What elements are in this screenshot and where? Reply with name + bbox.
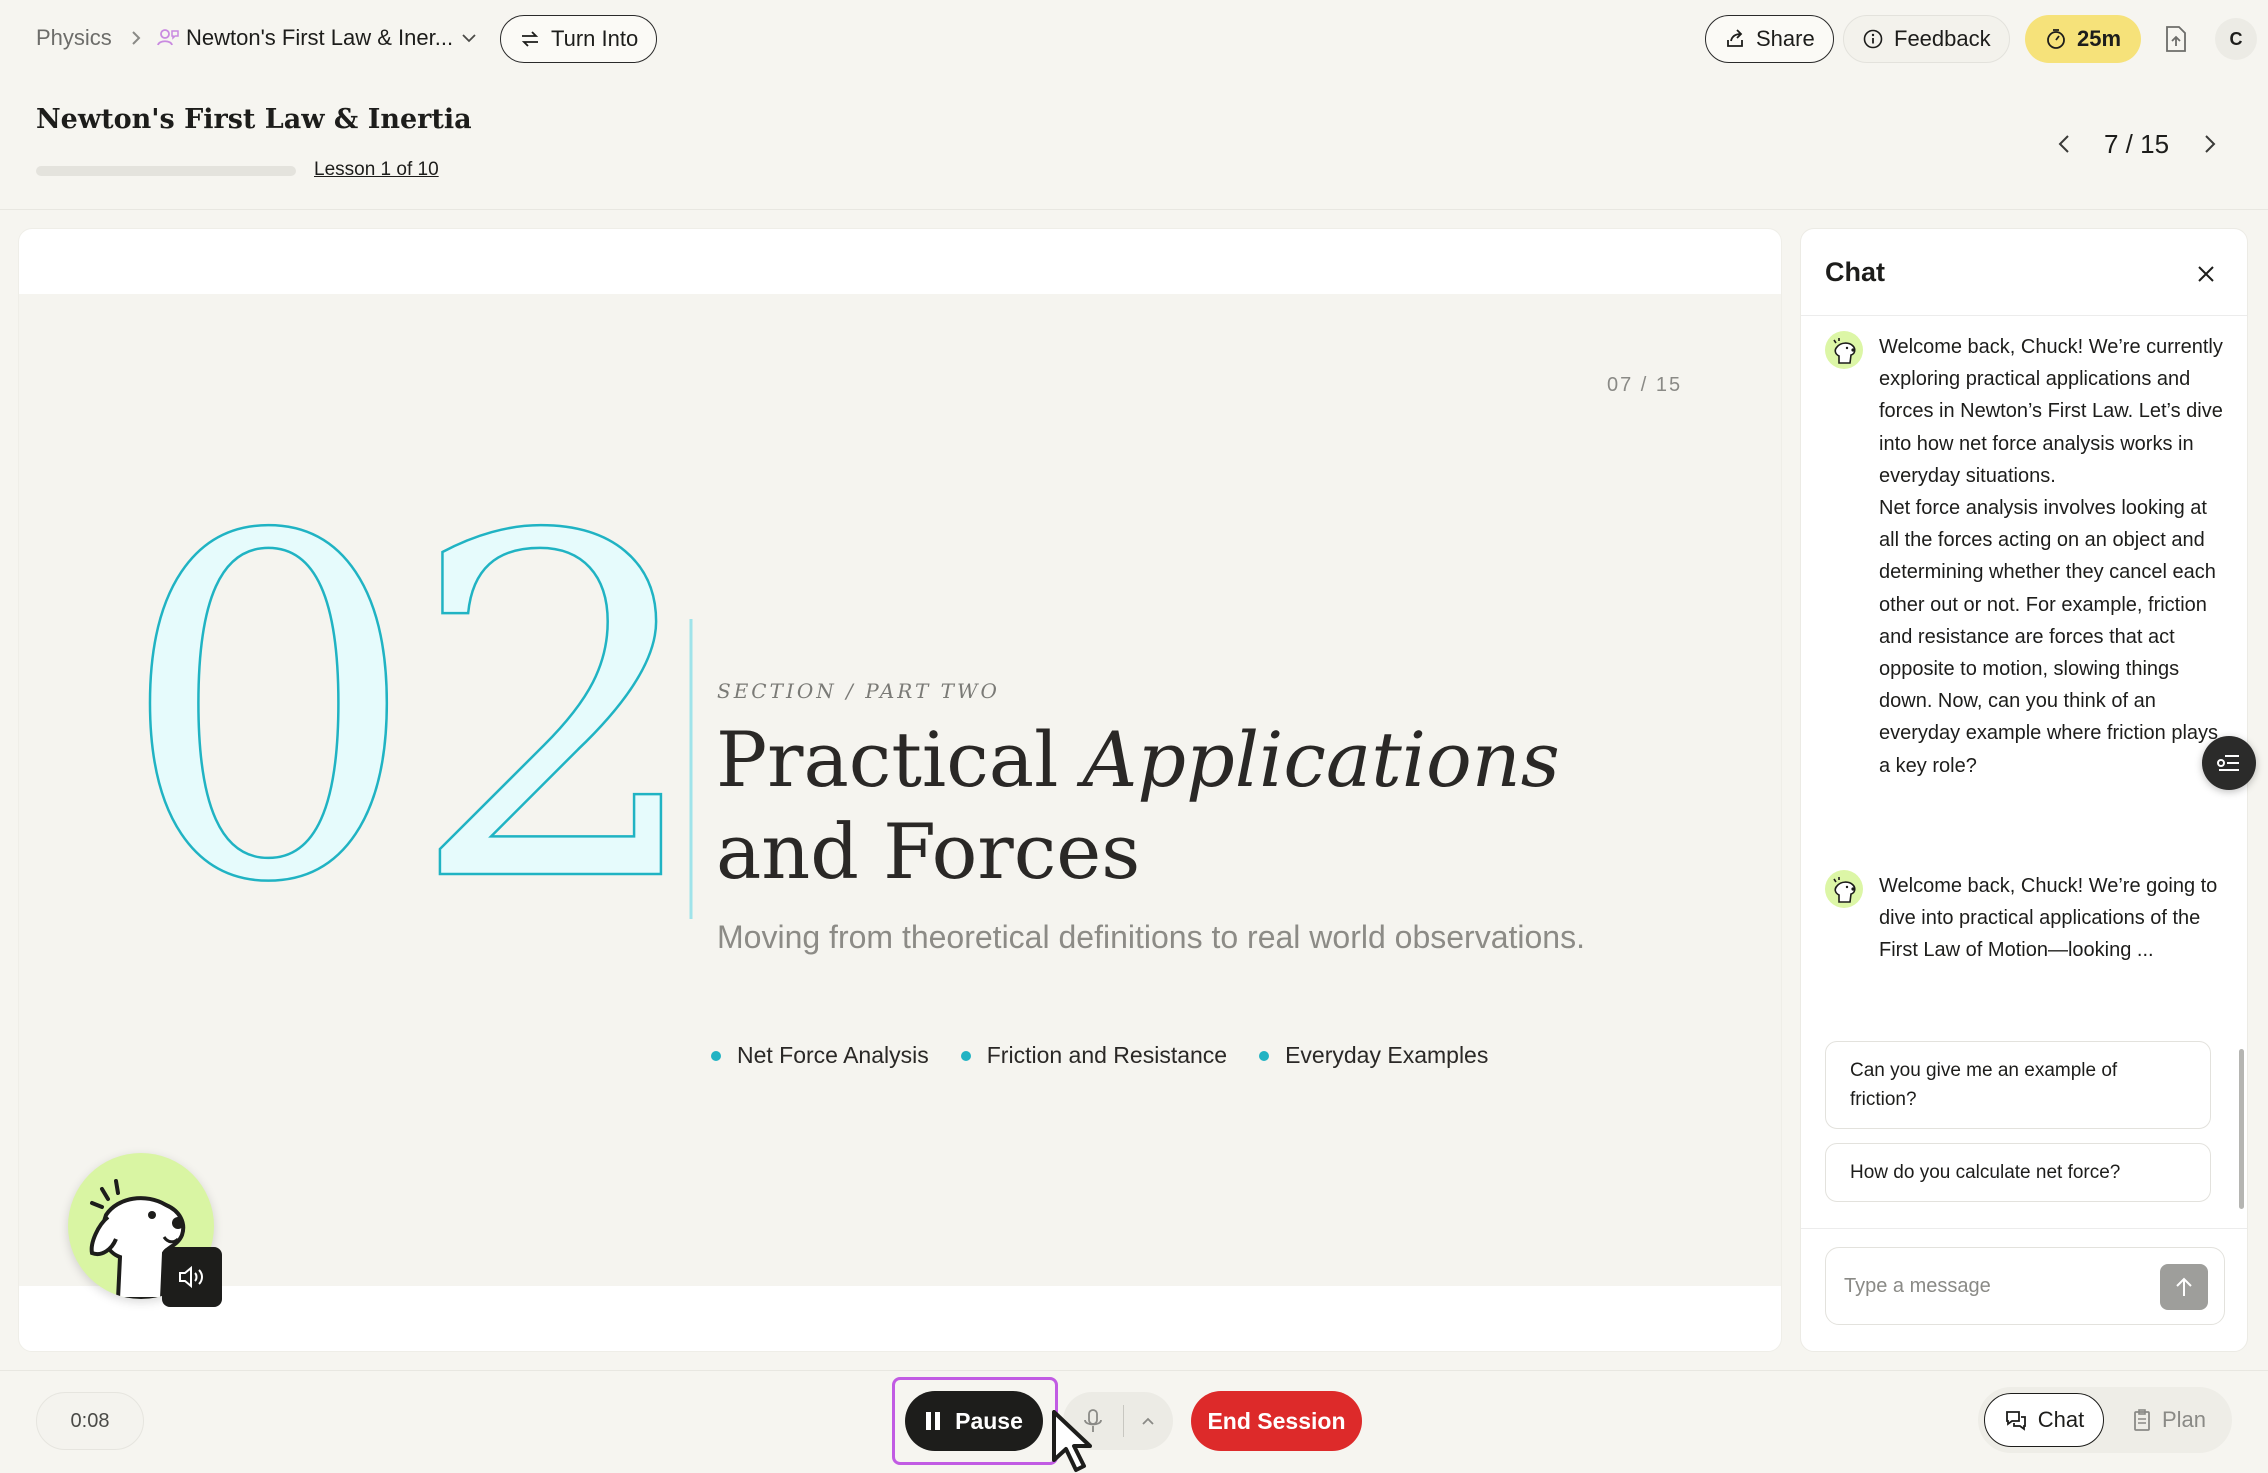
feedback-button[interactable]: Feedback	[1843, 15, 2010, 63]
outline-toggle-button[interactable]	[2202, 736, 2256, 790]
slide-title: Practical Applications and Forces	[716, 714, 1716, 898]
topic-bullet: Friction and Resistance	[960, 1042, 1228, 1069]
chat-input-box	[1825, 1247, 2225, 1325]
chevron-down-icon[interactable]	[460, 30, 478, 46]
close-icon[interactable]	[2195, 263, 2217, 285]
slide-title-italic: Applications	[1082, 715, 1560, 804]
feedback-label: Feedback	[1894, 26, 1991, 51]
tab-chat-label: Chat	[2037, 1407, 2085, 1432]
message-paragraph: Net force analysis involves looking at a…	[1879, 497, 2219, 777]
chat-people-icon	[157, 29, 179, 46]
mic-options-button[interactable]	[1124, 1392, 1172, 1450]
section-label: SECTION / PART TWO	[717, 679, 1000, 703]
speaker-icon	[179, 1265, 203, 1289]
end-session-button[interactable]: End Session	[1191, 1391, 1362, 1451]
turn-into-label: Turn Into	[551, 26, 639, 51]
list-settings-icon	[2217, 755, 2239, 771]
speaker-button[interactable]	[162, 1247, 222, 1307]
slide-title-line2: and Forces	[716, 807, 1141, 896]
user-avatar[interactable]: C	[2215, 18, 2257, 60]
chevron-left-icon[interactable]	[2052, 130, 2078, 158]
tutor-avatar	[1825, 331, 1863, 369]
tutor-avatar	[1825, 870, 1863, 908]
section-number-text: 02	[119, 519, 697, 919]
divider	[1801, 1228, 2247, 1229]
dog-mascot-icon	[1833, 877, 1856, 903]
suggestion-chip[interactable]: How do you calculate net force?	[1825, 1143, 2211, 1202]
clipboard-icon	[2134, 1409, 2150, 1431]
slide-subtitle: Moving from theoretical definitions to r…	[717, 919, 1585, 955]
stopwatch-icon	[2047, 29, 2065, 49]
share-label: Share	[1756, 26, 1815, 51]
breadcrumb-current-lesson[interactable]: Newton's First Law & Iner...	[186, 25, 453, 51]
chat-message: Welcome back, Chuck! We’re going to dive…	[1825, 870, 2225, 967]
slide-title-plain: Practical	[716, 715, 1083, 804]
breadcrumb-physics[interactable]: Physics	[36, 25, 112, 51]
swap-icon	[521, 31, 539, 47]
chat-panel: Chat Welcome back, Chuck! We’re currentl…	[1800, 228, 2248, 1352]
topic-bullet: Everyday Examples	[1259, 1042, 1488, 1069]
share-button[interactable]: Share	[1705, 15, 1834, 63]
chat-title: Chat	[1825, 257, 1885, 287]
lesson-count-link[interactable]: Lesson 1 of 10	[314, 159, 439, 181]
topic-label: Everyday Examples	[1285, 1042, 1489, 1068]
turn-into-button[interactable]: Turn Into	[500, 15, 658, 63]
topic-bullets: Net Force Analysis Friction and Resistan…	[711, 1042, 1488, 1069]
send-arrow-icon	[2176, 1277, 2192, 1296]
tab-plan[interactable]: Plan	[2114, 1393, 2224, 1447]
cursor-icon	[1052, 1410, 1092, 1472]
page-title: Newton's First Law & Inertia	[36, 104, 472, 135]
divider	[1801, 315, 2247, 316]
bullet-dot	[711, 1050, 721, 1061]
chat-scrollbar[interactable]	[2239, 1049, 2244, 1209]
chat-bubble-icon	[2005, 1411, 2026, 1431]
slide-card: 07 / 15 02 SECTION / PART TWO Practical …	[18, 228, 1782, 1352]
tab-chat[interactable]: Chat	[1984, 1393, 2104, 1447]
topic-label: Net Force Analysis	[737, 1042, 929, 1068]
chevron-right-icon	[132, 31, 141, 45]
bullet-dot	[1259, 1050, 1270, 1061]
chevron-right-icon[interactable]	[2196, 130, 2222, 158]
share-icon	[1727, 29, 1743, 47]
divider	[0, 209, 2268, 210]
lesson-progress-bar	[36, 166, 296, 176]
chat-message: Welcome back, Chuck! We’re currently exp…	[1825, 331, 2225, 782]
pause-button[interactable]: Pause	[905, 1391, 1043, 1451]
send-button[interactable]	[2160, 1264, 2208, 1310]
topic-bullet: Net Force Analysis	[711, 1042, 929, 1069]
session-timer-button[interactable]: 25m	[2025, 15, 2142, 63]
pause-icon	[926, 1412, 941, 1430]
slide-pager: 7 / 15	[2104, 129, 2170, 159]
chat-message-input[interactable]	[1844, 1268, 2144, 1304]
message-paragraph: Welcome back, Chuck! We’re currently exp…	[1879, 336, 2223, 487]
divider	[0, 1370, 2268, 1371]
topic-label: Friction and Resistance	[986, 1042, 1228, 1068]
bullet-dot	[960, 1050, 971, 1061]
caret-up-icon	[1142, 1417, 1154, 1425]
tab-plan-label: Plan	[2161, 1407, 2207, 1432]
chat-message-text: Welcome back, Chuck! We’re currently exp…	[1879, 331, 2225, 782]
panel-toggle: Chat Plan	[1978, 1387, 2232, 1453]
chat-message-text: Welcome back, Chuck! We’re going to dive…	[1879, 870, 2225, 967]
timer-label: 25m	[2077, 26, 2122, 51]
slide-counter: 07 / 15	[1607, 374, 1683, 396]
elapsed-time: 0:08	[36, 1392, 144, 1450]
slide-canvas: 07 / 15 02 SECTION / PART TWO Practical …	[19, 294, 1781, 1286]
suggestion-chip[interactable]: Can you give me an example of friction?	[1825, 1041, 2211, 1129]
message-paragraph: Welcome back, Chuck! We’re going to dive…	[1879, 875, 2218, 962]
top-bar: Physics Newton's First Law & Iner... Tur…	[0, 0, 2268, 78]
big-section-number: 02	[119, 519, 708, 919]
dog-mascot-icon	[1833, 338, 1856, 364]
export-icon[interactable]	[2162, 24, 2190, 54]
pause-label: Pause	[955, 1407, 1023, 1434]
info-icon	[1863, 29, 1883, 49]
